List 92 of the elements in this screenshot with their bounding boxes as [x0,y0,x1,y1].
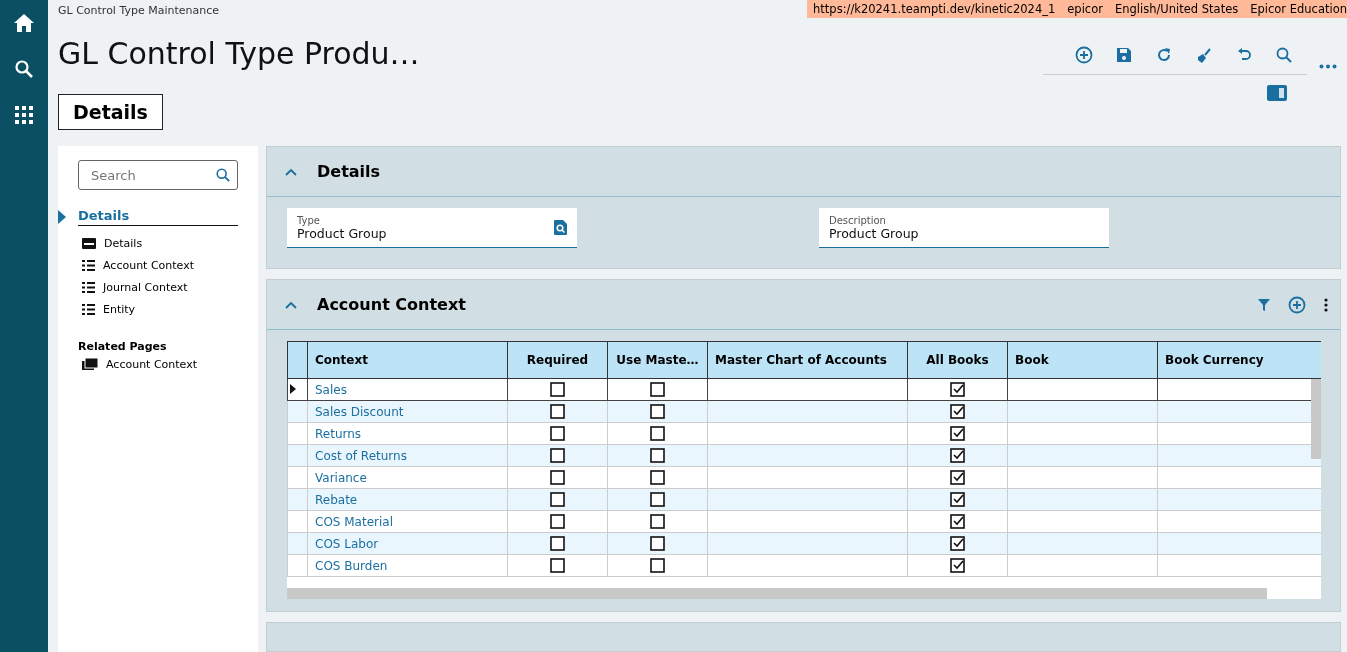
related-page[interactable]: Account Context [78,353,238,375]
field-label: Type [297,214,321,226]
list-icon [82,281,95,293]
column-header[interactable]: All Books [907,341,1008,379]
card-icon [82,237,96,249]
vertical-scrollbar[interactable] [1311,379,1321,459]
horizontal-scrollbar[interactable] [287,588,1267,599]
caret-icon [58,210,66,224]
broom-icon[interactable] [1195,46,1213,64]
checkbox[interactable] [650,514,665,529]
nav-item[interactable]: Journal Context [78,276,238,298]
environment-info: Epicor Education [1250,2,1347,16]
checkbox[interactable] [650,382,665,397]
checkbox[interactable] [650,426,665,441]
checkbox[interactable] [950,514,965,529]
column-header[interactable]: Use Maste… [607,341,708,379]
checkbox[interactable] [950,404,965,419]
context-link[interactable]: Rebate [315,492,358,507]
input-field[interactable]: Description Product Group [819,208,1109,248]
checkbox[interactable] [550,558,565,573]
checkbox[interactable] [950,536,965,551]
nav-item-label[interactable]: Account Context [103,258,194,272]
collapse-icon[interactable] [285,167,297,176]
filter-icon[interactable] [1258,298,1270,311]
apps-grid-icon[interactable] [15,106,33,124]
save-icon[interactable] [1115,46,1133,64]
checkbox[interactable] [550,470,565,485]
environment-info: https://k20241.teampti.dev/kinetic2024_1 [813,2,1056,16]
checkbox[interactable] [950,492,965,507]
home-icon[interactable] [14,14,34,32]
row-indicator[interactable] [287,378,308,401]
checkbox[interactable] [950,470,965,485]
checkbox[interactable] [950,426,965,441]
environment-info: English/United States [1114,2,1239,16]
field-value: Product Group [297,225,387,241]
related-pages-heading: Related Pages [78,340,168,353]
nav-item-label[interactable]: Journal Context [103,280,188,294]
page-title: GL Control Type Produ… [57,35,420,73]
page-tab[interactable]: Details [58,94,163,130]
nav-item[interactable]: Account Context [78,254,238,276]
side-panel-icon[interactable] [1267,85,1287,101]
search-icon[interactable] [15,60,33,78]
checkbox[interactable] [650,558,665,573]
nav-item[interactable]: Details [78,232,238,254]
pages-icon [82,358,98,370]
checkbox[interactable] [650,470,665,485]
context-link[interactable]: Returns [315,426,362,441]
checkbox[interactable] [550,536,565,551]
current-row-icon [290,383,296,394]
list-icon [82,259,95,271]
checkbox[interactable] [550,514,565,529]
context-link[interactable]: Variance [315,470,367,485]
related-page-label[interactable]: Account Context [106,357,197,371]
add-icon[interactable] [1075,46,1093,64]
column-header[interactable]: Book [1007,341,1158,379]
collapse-icon[interactable] [285,300,297,309]
search-field[interactable]: Search [78,160,238,190]
more-icon[interactable] [1324,297,1328,312]
card-title: Account Context [317,295,467,314]
column-header[interactable]: Context [307,341,508,379]
checkbox[interactable] [550,404,565,419]
breadcrumb: GL Control Type Maintenance [57,3,219,19]
column-header[interactable]: Required [507,341,608,379]
field-value: Product Group [829,225,919,241]
checkbox[interactable] [650,536,665,551]
checkbox[interactable] [950,558,965,573]
checkbox[interactable] [650,404,665,419]
add-icon[interactable] [1288,295,1306,314]
search-icon[interactable] [1275,46,1293,64]
nav-section[interactable]: Details [78,208,238,226]
nav-item-label[interactable]: Details [104,236,143,250]
list-icon [82,303,95,315]
refresh-icon[interactable] [1155,46,1173,64]
environment-info: epicor [1067,2,1103,16]
search-icon[interactable] [215,167,231,183]
nav-item[interactable]: Entity [78,298,238,320]
lookup-icon[interactable] [554,220,567,235]
field-label: Description [829,214,887,226]
input-field[interactable]: Type Product Group [287,208,577,248]
checkbox[interactable] [650,492,665,507]
checkbox[interactable] [550,426,565,441]
checkbox[interactable] [550,382,565,397]
checkbox[interactable] [650,448,665,463]
column-header[interactable]: Book Currency [1157,341,1321,379]
nav-item-label[interactable]: Entity [103,302,136,316]
checkbox[interactable] [950,448,965,463]
checkbox[interactable] [550,492,565,507]
checkbox[interactable] [550,448,565,463]
checkbox[interactable] [950,382,965,397]
column-header[interactable]: Master Chart of Accounts [707,341,908,379]
context-link[interactable]: Sales [315,382,347,397]
card-title: Details [317,162,382,181]
